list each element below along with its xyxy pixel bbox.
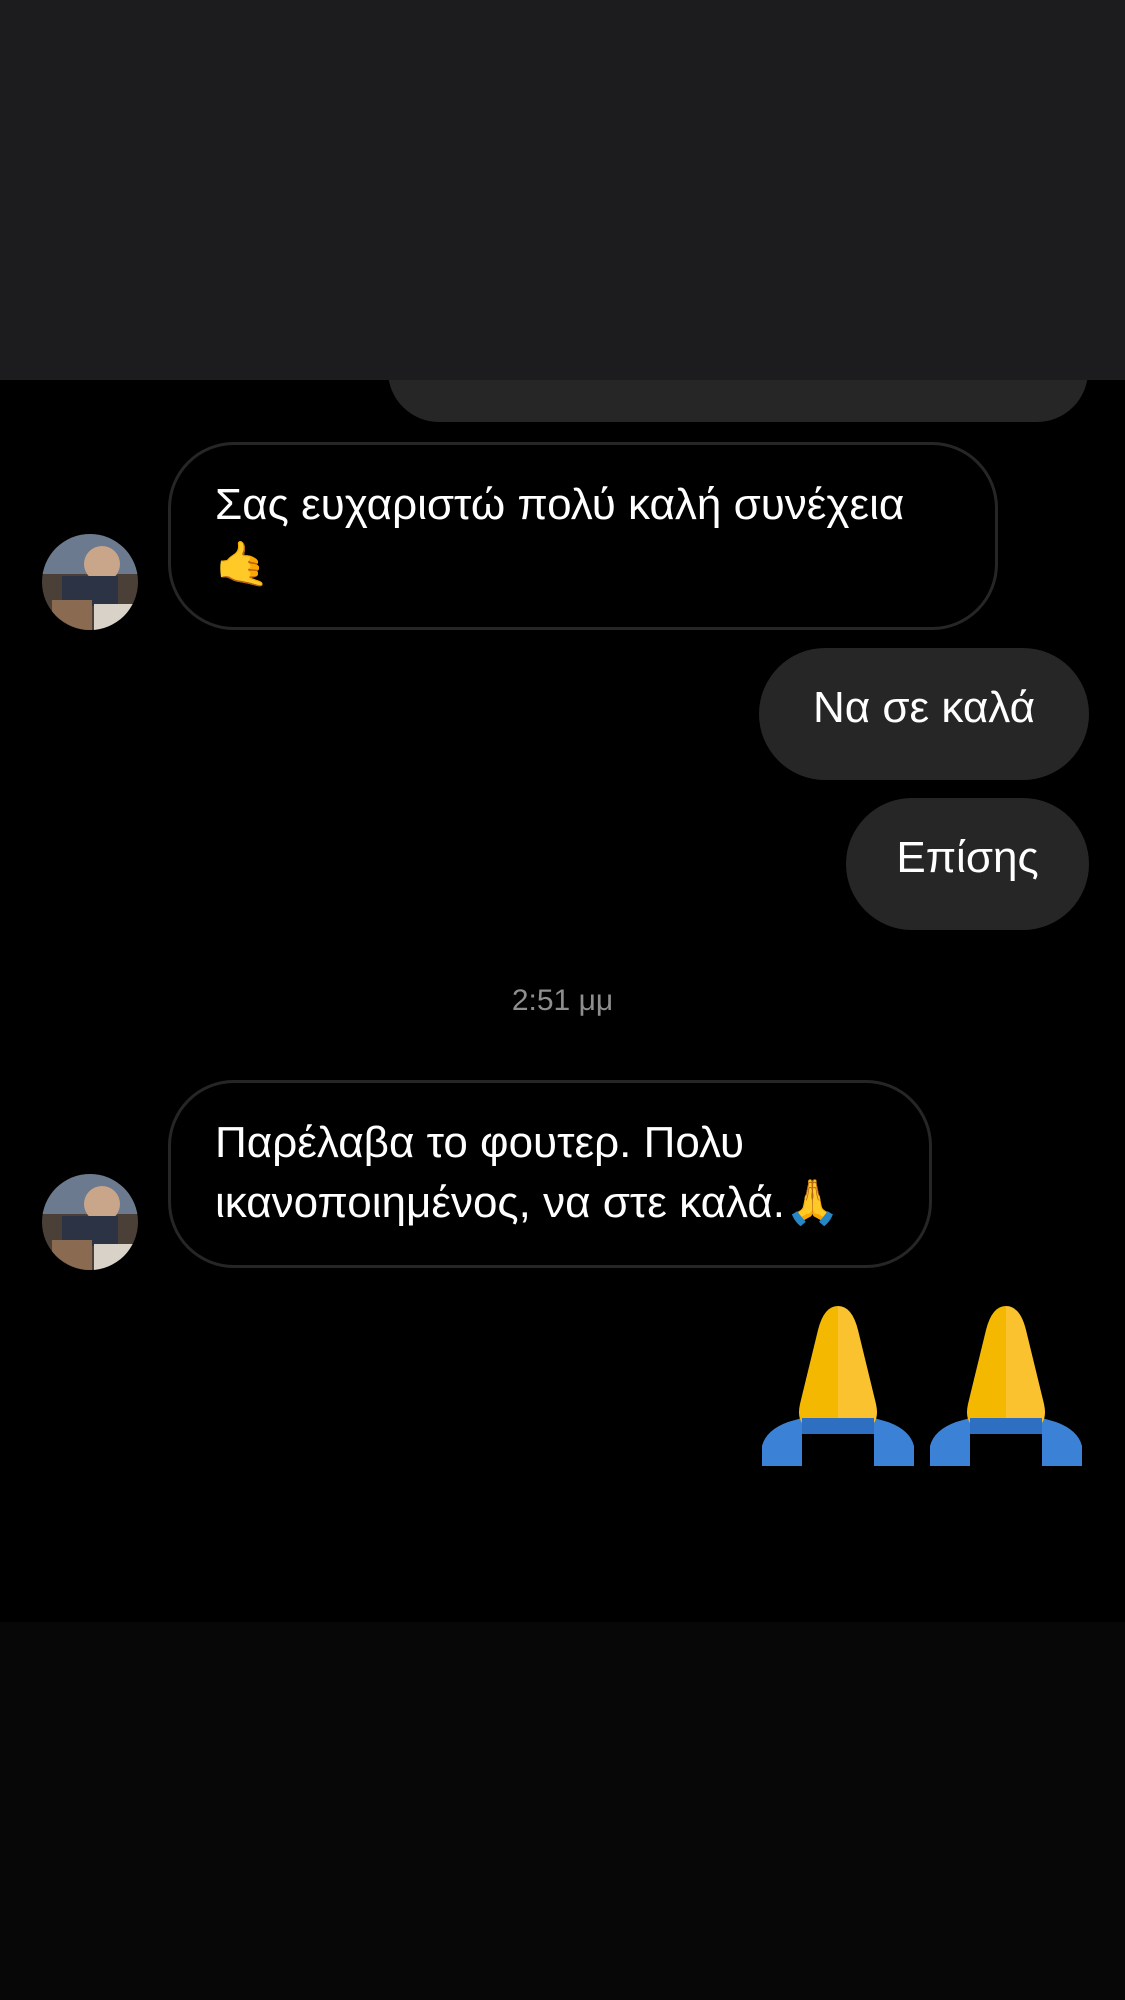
received-message[interactable]: Σας ευχαριστώ πολύ καλή συνέχεια 🤙 — [168, 442, 998, 630]
message-text: Να σε καλά — [812, 683, 1036, 732]
keyboard-area — [0, 1622, 1125, 2000]
folded-hands-icon — [762, 1306, 914, 1466]
sent-message[interactable]: Να σε καλά — [759, 648, 1089, 780]
message-text: Επίσης — [896, 833, 1039, 882]
received-message[interactable]: Παρέλαβα το φουτερ. Πολυ ικανοποιημένος,… — [168, 1080, 932, 1268]
folded-hands-icon — [930, 1306, 1082, 1466]
message-text: Παρέλαβα το φουτερ. Πολυ ικανοποιημένος,… — [215, 1118, 840, 1227]
message-thread[interactable]: Σας ευχαριστώ πολύ καλή συνέχεια 🤙 Να σε… — [0, 380, 1125, 1622]
contact-avatar[interactable] — [42, 534, 138, 630]
contact-avatar[interactable] — [42, 1174, 138, 1270]
cut-off-sent-bubble — [388, 380, 1088, 422]
timestamp: 2:51 μμ — [511, 984, 614, 1017]
sent-message[interactable]: Επίσης — [846, 798, 1089, 930]
top-panel — [0, 0, 1125, 380]
sent-emoji-message[interactable] — [758, 1300, 1088, 1471]
message-text: Σας ευχαριστώ πολύ καλή συνέχεια 🤙 — [215, 480, 905, 589]
